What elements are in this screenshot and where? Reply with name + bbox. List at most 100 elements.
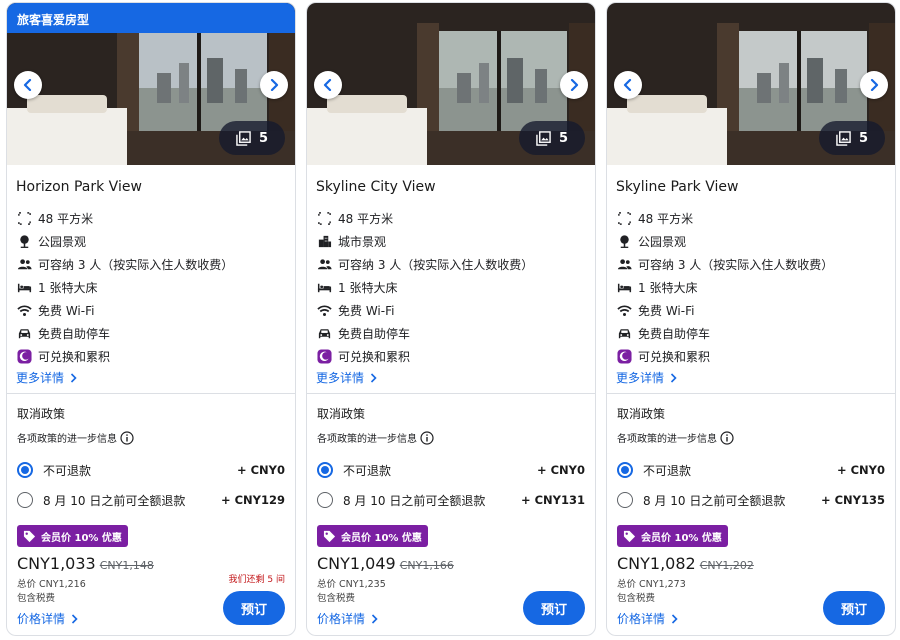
photo-gallery-button[interactable]: 5 — [219, 121, 285, 155]
car-icon — [316, 326, 332, 342]
rate-option-price: + CNY129 — [220, 493, 285, 507]
info-icon[interactable] — [420, 430, 434, 445]
previous-photo-button[interactable] — [14, 71, 42, 99]
rate-option-label: 8 月 10 日之前可全额退款 — [343, 493, 486, 508]
rate-option-price: + CNY0 — [536, 463, 585, 477]
original-price: CNY1,148 — [99, 559, 154, 572]
book-button[interactable]: 预订 — [223, 591, 285, 625]
amenity-label: 可容纳 3 人（按实际入住人数收费） — [338, 258, 534, 272]
cancellation-policy-title: 取消政策 — [317, 407, 366, 421]
total-price: 总价 CNY1,273 — [617, 579, 686, 590]
amenity-label: 免费 Wi-Fi — [338, 304, 395, 318]
people-icon — [616, 257, 632, 273]
tax-note: 包含税费 — [17, 593, 56, 604]
amenity-item: 可兑换和累积 — [16, 345, 286, 368]
amenity-item: 可容纳 3 人（按实际入住人数收费） — [616, 253, 886, 276]
chevron-left-icon — [323, 79, 332, 91]
amenity-list: 48 平方米 公园景观 可容纳 3 人（按实际入住人数收费） 1 张特大床 免费 Wi-… — [616, 207, 886, 368]
member-price-badge: 会员价 10% 优惠 — [17, 525, 128, 547]
photo-gallery-button[interactable]: 5 — [819, 121, 885, 155]
info-icon[interactable] — [720, 430, 734, 445]
people-icon — [316, 257, 332, 273]
amenity-label: 48 平方米 — [638, 212, 694, 226]
room-photo-carousel[interactable]: 旅客喜爱房型 5 — [7, 3, 295, 165]
amenity-list: 48 平方米 公园景观 可容纳 3 人（按实际入住人数收费） 1 张特大床 免费 Wi-… — [16, 207, 286, 368]
price-details-link[interactable]: 价格详情 — [317, 610, 378, 627]
previous-photo-button[interactable] — [314, 71, 342, 99]
bed-icon — [316, 280, 332, 296]
rate-option-price: + CNY0 — [236, 463, 285, 477]
gallery-icon — [236, 130, 251, 146]
policy-info-label: 各项政策的进一步信息 — [617, 434, 717, 445]
room-photo-carousel[interactable]: 5 — [607, 3, 895, 165]
amenity-label: 免费自助停车 — [338, 327, 411, 341]
rate-option-refundable[interactable]: 8 月 10 日之前可全额退款 + CNY131 — [317, 489, 585, 511]
more-details-link[interactable]: 更多详情 — [16, 369, 77, 386]
price-details-link[interactable]: 价格详情 — [17, 610, 78, 627]
amenity-label: 免费 Wi-Fi — [38, 304, 95, 318]
rate-option-nonrefundable[interactable]: 不可退款 + CNY0 — [317, 459, 585, 481]
bed-icon — [616, 280, 632, 296]
wifi-icon — [16, 303, 32, 319]
moon-icon — [316, 349, 332, 365]
more-details-link[interactable]: 更多详情 — [316, 369, 377, 386]
radio-button[interactable] — [317, 492, 333, 508]
info-icon[interactable] — [120, 430, 134, 445]
member-price-label: 会员价 10% 优惠 — [341, 532, 422, 544]
original-price: CNY1,202 — [699, 559, 754, 572]
amenity-label: 1 张特大床 — [638, 281, 698, 295]
tag-icon — [623, 530, 636, 542]
radio-button[interactable] — [617, 462, 633, 478]
radio-button[interactable] — [17, 462, 33, 478]
room-card: 5 Skyline City View 48 平方米 城市景观 可容纳 3 人（按实… — [306, 2, 596, 636]
policy-info-label: 各项政策的进一步信息 — [317, 434, 417, 445]
book-button[interactable]: 预订 — [523, 591, 585, 625]
price-now-value: CNY1,033 — [17, 554, 96, 573]
rate-option-label: 不可退款 — [643, 463, 692, 478]
amenity-label: 可兑换和累积 — [338, 350, 411, 364]
wifi-icon — [616, 303, 632, 319]
amenity-item: 可兑换和累积 — [316, 345, 586, 368]
previous-photo-button[interactable] — [614, 71, 642, 99]
wifi-icon — [316, 303, 332, 319]
amenity-label: 城市景观 — [338, 235, 387, 249]
amenity-item: 免费 Wi-Fi — [16, 299, 286, 322]
next-photo-button[interactable] — [260, 71, 288, 99]
rate-option-nonrefundable[interactable]: 不可退款 + CNY0 — [17, 459, 285, 481]
chevron-right-icon — [670, 372, 677, 383]
member-price-label: 会员价 10% 优惠 — [41, 532, 122, 544]
radio-button[interactable] — [17, 492, 33, 508]
amenity-item: 1 张特大床 — [16, 276, 286, 299]
radio-button[interactable] — [317, 462, 333, 478]
amenity-label: 免费自助停车 — [638, 327, 711, 341]
room-photo-carousel[interactable]: 5 — [307, 3, 595, 165]
chevron-right-icon — [270, 79, 279, 91]
chevron-right-icon — [671, 613, 678, 624]
rate-option-refundable[interactable]: 8 月 10 日之前可全额退款 + CNY135 — [617, 489, 885, 511]
rate-option-label: 不可退款 — [343, 463, 392, 478]
area-icon — [316, 211, 332, 227]
radio-button[interactable] — [617, 492, 633, 508]
rate-option-refundable[interactable]: 8 月 10 日之前可全额退款 + CNY129 — [17, 489, 285, 511]
car-icon — [16, 326, 32, 342]
chevron-left-icon — [23, 79, 32, 91]
book-button[interactable]: 预订 — [823, 591, 885, 625]
tag-icon — [323, 530, 336, 542]
rate-option-nonrefundable[interactable]: 不可退款 + CNY0 — [617, 459, 885, 481]
current-price: CNY1,082 CNY1,202 — [617, 554, 754, 573]
amenity-label: 免费自助停车 — [38, 327, 111, 341]
price-details-label: 价格详情 — [317, 612, 366, 626]
photo-gallery-button[interactable]: 5 — [519, 121, 585, 155]
more-details-link[interactable]: 更多详情 — [616, 369, 677, 386]
room-name: Skyline City View — [316, 179, 436, 195]
car-icon — [616, 326, 632, 342]
chevron-left-icon — [623, 79, 632, 91]
price-details-link[interactable]: 价格详情 — [617, 610, 678, 627]
price-now-value: CNY1,082 — [617, 554, 696, 573]
amenity-item: 可兑换和累积 — [616, 345, 886, 368]
more-details-label: 更多详情 — [616, 371, 665, 385]
next-photo-button[interactable] — [560, 71, 588, 99]
current-price: CNY1,049 CNY1,166 — [317, 554, 454, 573]
next-photo-button[interactable] — [860, 71, 888, 99]
rate-option-label: 不可退款 — [43, 463, 92, 478]
